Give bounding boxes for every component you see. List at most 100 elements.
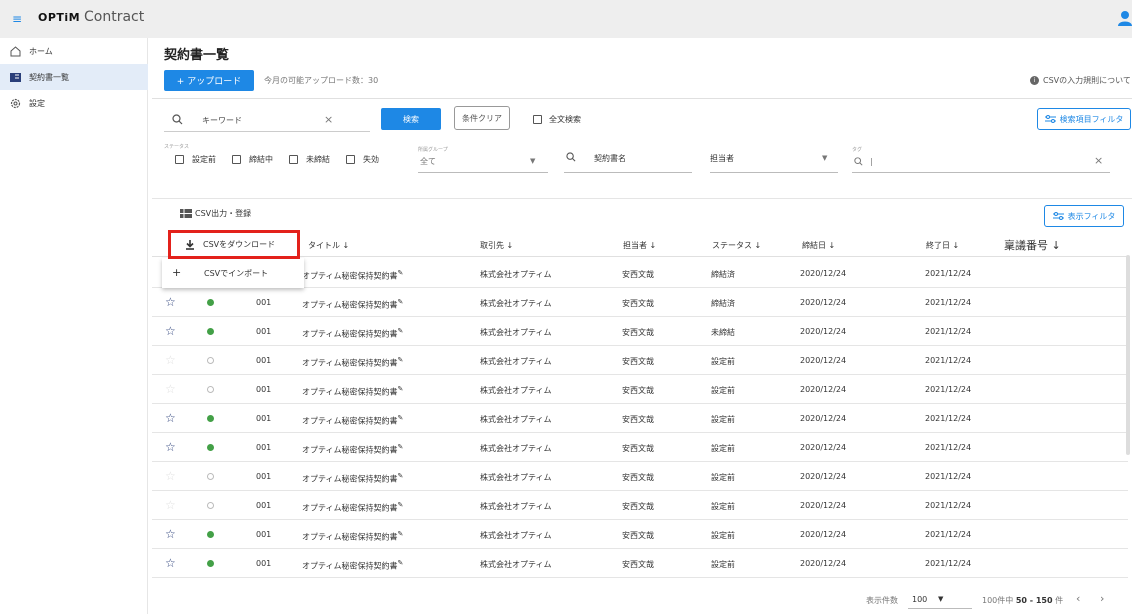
- sidebar-item-home[interactable]: ホーム: [0, 38, 148, 64]
- edit-icon[interactable]: ✎: [398, 530, 404, 538]
- edit-icon[interactable]: ✎: [398, 559, 404, 567]
- search-field-filter-button[interactable]: 検索項目フィルタ: [1037, 108, 1131, 130]
- group-select[interactable]: 全て ▼: [420, 156, 548, 172]
- edit-icon[interactable]: ✎: [398, 356, 404, 364]
- contract-number: 001: [256, 298, 272, 307]
- table-row[interactable]: ☆ 001 オプティム秘密保持契約書✎ 株式会社オプティム 安西文哉 設定前 2020/12…: [152, 549, 1128, 578]
- upload-count-text: 今月の可能アップロード数：30: [264, 76, 379, 85]
- table-row[interactable]: ☆ 001 オプティム秘密保持契約書✎ 株式会社オプティム 安西文哉 設定前 2020/12…: [152, 520, 1128, 549]
- contract-title[interactable]: オプティム秘密保持契約書✎: [302, 559, 403, 572]
- star-icon[interactable]: ☆: [165, 325, 176, 337]
- edit-icon[interactable]: ✎: [398, 298, 404, 306]
- star-icon[interactable]: ☆: [165, 528, 176, 540]
- search-button[interactable]: 検索: [381, 108, 441, 130]
- clear-conditions-button[interactable]: 条件クリア: [454, 106, 510, 130]
- clear-tag-icon[interactable]: ×: [1094, 154, 1103, 167]
- csv-download-item[interactable]: CSVをダウンロード: [168, 230, 300, 259]
- keyword-search-input[interactable]: キーワード ×: [164, 108, 370, 132]
- status-dot-icon: [207, 444, 214, 451]
- column-header-end-date[interactable]: 終了日 ↓: [926, 240, 959, 251]
- sidebar-item-contracts[interactable]: 契約書一覧: [0, 64, 148, 90]
- edit-icon[interactable]: ✎: [398, 501, 404, 509]
- star-icon[interactable]: ☆: [165, 383, 176, 395]
- edit-icon[interactable]: ✎: [398, 269, 404, 277]
- csv-rules-link[interactable]: i CSVの入力規則について: [1030, 75, 1131, 86]
- signed-date: 2020/12/24: [800, 298, 847, 307]
- status-checkbox-not-signed[interactable]: 未締結: [289, 154, 330, 165]
- status-checkbox-expired[interactable]: 失効: [346, 154, 379, 165]
- column-header-signed-date[interactable]: 締結日 ↓: [802, 240, 835, 251]
- status-checkbox-in-progress[interactable]: 締結中: [232, 154, 273, 165]
- contract-title[interactable]: オプティム秘密保持契約書✎: [302, 472, 403, 485]
- table-row[interactable]: ☆ 001 オプティム秘密保持契約書✎ 株式会社オプティム 安西文哉 設定前 2020/12…: [152, 433, 1128, 462]
- fulltext-search-checkbox[interactable]: 全文検索: [533, 114, 581, 125]
- star-icon[interactable]: ☆: [165, 412, 176, 424]
- clear-search-icon[interactable]: ×: [324, 113, 333, 126]
- csv-import-item[interactable]: CSVでインポート: [204, 268, 268, 279]
- contract-name-input[interactable]: 契約書名: [564, 151, 692, 171]
- contract-title[interactable]: オプティム秘密保持契約書✎: [302, 356, 403, 369]
- contract-title[interactable]: オプティム秘密保持契約書✎: [302, 327, 403, 340]
- assignee-name: 安西文哉: [622, 502, 654, 511]
- column-header-proposal-number[interactable]: 稟議番号 ↓: [1004, 237, 1061, 253]
- contract-title[interactable]: オプティム秘密保持契約書✎: [302, 385, 403, 398]
- column-header-status[interactable]: ステータス ↓: [712, 240, 761, 251]
- menu-collapse-icon[interactable]: ≡: [12, 12, 22, 26]
- table-row[interactable]: ☆ 001 オプティム秘密保持契約書✎ 株式会社オプティム 安西文哉 設定前 2020/12…: [152, 491, 1128, 520]
- star-icon[interactable]: ☆: [165, 296, 176, 308]
- csv-export-menu-button[interactable]: CSV出力・登録: [180, 208, 251, 219]
- table-row[interactable]: ☆ 001 オプティム秘密保持契約書✎ 株式会社オプティム 安西文哉 設定前 2020/12…: [152, 462, 1128, 491]
- partner-name: 株式会社オプティム: [480, 502, 552, 511]
- contract-title[interactable]: オプティム秘密保持契約書✎: [302, 501, 403, 514]
- prev-page-icon[interactable]: ‹: [1076, 592, 1080, 605]
- contract-title[interactable]: オプティム秘密保持契約書✎: [302, 298, 403, 311]
- table-row[interactable]: ☆ 001 オプティム秘密保持契約書✎ 株式会社オプティム 安西文哉 未締結 2020/12…: [152, 317, 1128, 346]
- table-scrollbar[interactable]: [1126, 255, 1130, 455]
- column-header-title[interactable]: タイトル ↓: [308, 240, 349, 251]
- user-account-icon[interactable]: [1118, 10, 1132, 26]
- range-prefix: 100件中: [982, 596, 1014, 605]
- edit-icon[interactable]: ✎: [398, 385, 404, 393]
- contract-title[interactable]: オプティム秘密保持契約書✎: [302, 530, 403, 543]
- contract-title[interactable]: オプティム秘密保持契約書✎: [302, 443, 403, 456]
- column-header-partner[interactable]: 取引先 ↓: [480, 240, 513, 251]
- table-row[interactable]: ☆ 001 オプティム秘密保持契約書✎ 株式会社オプティム 安西文哉 設定前 2020/12…: [152, 375, 1128, 404]
- status-checkbox-before-setup[interactable]: 設定前: [175, 154, 216, 165]
- sidebar-item-label: 契約書一覧: [29, 72, 69, 82]
- spreadsheet-icon: [180, 209, 192, 218]
- contract-title-text: オプティム秘密保持契約書: [302, 503, 398, 513]
- star-icon[interactable]: ☆: [165, 470, 176, 482]
- edit-icon[interactable]: ✎: [398, 472, 404, 480]
- star-icon[interactable]: ☆: [165, 441, 176, 453]
- logo-brand: OPTiM: [38, 11, 81, 24]
- table-row[interactable]: ☆ 001 オプティム秘密保持契約書✎ 株式会社オプティム 安西文哉 設定前 2020/12…: [152, 404, 1128, 433]
- status-filter-label: ステータス: [164, 144, 190, 150]
- sidebar-item-settings[interactable]: 設定: [0, 90, 148, 116]
- star-icon[interactable]: ☆: [165, 354, 176, 366]
- column-header-assignee[interactable]: 担当者 ↓: [623, 240, 656, 251]
- chevron-down-icon: ▼: [530, 157, 536, 165]
- table-row[interactable]: ☆ 001 オプティム秘密保持契約書✎ 株式会社オプティム 安西文哉 締結済 2020/12…: [152, 288, 1128, 317]
- assignee-select[interactable]: 担当者 ▼: [710, 153, 834, 171]
- status-option-label: 失効: [363, 155, 379, 164]
- next-page-icon[interactable]: ›: [1100, 592, 1104, 605]
- contract-title[interactable]: オプティム秘密保持契約書✎: [302, 414, 403, 427]
- partner-name: 株式会社オプティム: [480, 415, 552, 424]
- upload-button[interactable]: + アップロード: [164, 70, 254, 91]
- tag-input[interactable]: | ×: [852, 154, 1108, 172]
- edit-icon[interactable]: ✎: [398, 414, 404, 422]
- contract-status: 設定前: [711, 531, 735, 540]
- status-checkboxes: 設定前 締結中 未締結 失効: [175, 154, 395, 165]
- display-filter-button[interactable]: 表示フィルタ: [1044, 205, 1124, 227]
- signed-date: 2020/12/24: [800, 269, 847, 278]
- contract-status: 設定前: [711, 415, 735, 424]
- contract-status: 締結済: [711, 299, 735, 308]
- edit-icon[interactable]: ✎: [398, 327, 404, 335]
- edit-icon[interactable]: ✎: [398, 443, 404, 451]
- partner-name: 株式会社オプティム: [480, 531, 552, 540]
- star-icon[interactable]: ☆: [165, 557, 176, 569]
- per-page-select[interactable]: 100 ▼: [912, 595, 972, 604]
- star-icon[interactable]: ☆: [165, 499, 176, 511]
- table-row[interactable]: ☆ 001 オプティム秘密保持契約書✎ 株式会社オプティム 安西文哉 設定前 2020/12…: [152, 346, 1128, 375]
- contract-title[interactable]: オプティム秘密保持契約書✎: [302, 269, 403, 282]
